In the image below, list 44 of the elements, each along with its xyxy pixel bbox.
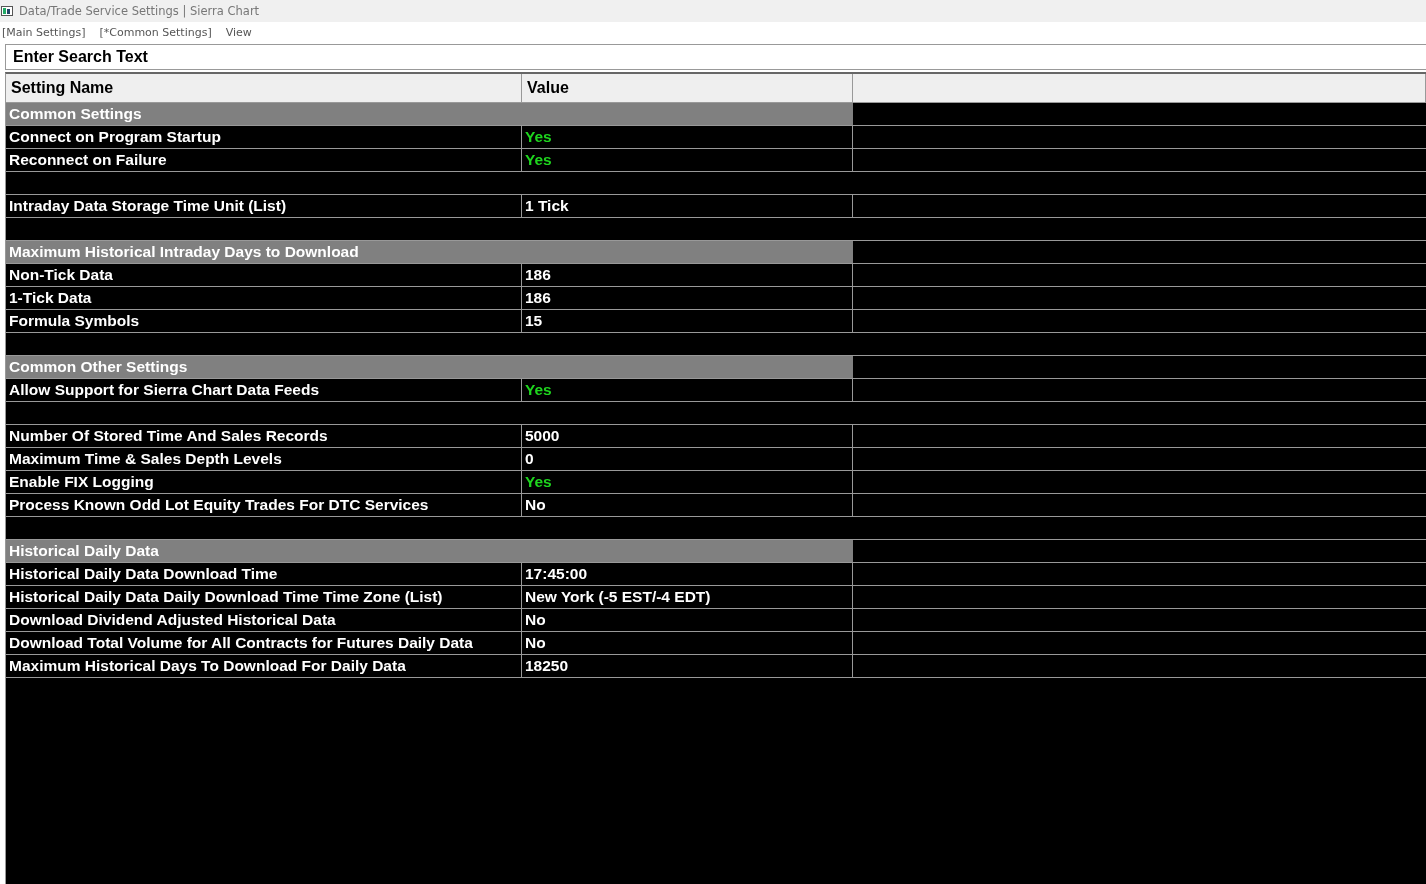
setting-value[interactable]: 0	[522, 448, 853, 471]
window-title: Data/Trade Service Settings | Sierra Chart	[19, 4, 260, 18]
group-header: Maximum Historical Intraday Days to Download	[6, 241, 853, 264]
setting-name: Enable FIX Logging	[6, 471, 522, 494]
setting-name: Allow Support for Sierra Chart Data Feeds	[6, 379, 522, 402]
setting-name: Maximum Historical Days To Download For Daily Data	[6, 655, 522, 678]
setting-name: Non-Tick Data	[6, 264, 522, 287]
group-header: Historical Daily Data	[6, 540, 853, 563]
group-header: Common Settings	[6, 103, 853, 126]
setting-value[interactable]: Yes	[522, 379, 853, 402]
column-header[interactable]: Value	[522, 74, 853, 103]
window-icon	[1, 6, 13, 16]
setting-name: Maximum Time & Sales Depth Levels	[6, 448, 522, 471]
setting-value[interactable]: New York (-5 EST/-4 EDT)	[522, 586, 853, 609]
setting-value[interactable]: 5000	[522, 425, 853, 448]
column-header[interactable]: Setting Name	[6, 74, 522, 103]
menu-item[interactable]: [*Common Settings]	[99, 26, 212, 39]
setting-value[interactable]: No	[522, 494, 853, 517]
setting-value[interactable]: Yes	[522, 126, 853, 149]
setting-name: Historical Daily Data Daily Download Time Time Zone (List)	[6, 586, 522, 609]
group-header: Common Other Settings	[6, 356, 853, 379]
search-field[interactable]: Enter Search Text	[5, 44, 1426, 70]
setting-value[interactable]: 186	[522, 287, 853, 310]
setting-value[interactable]: Yes	[522, 471, 853, 494]
setting-name: Number Of Stored Time And Sales Records	[6, 425, 522, 448]
setting-name: Process Known Odd Lot Equity Trades For DTC Services	[6, 494, 522, 517]
setting-name: Intraday Data Storage Time Unit (List)	[6, 195, 522, 218]
setting-value[interactable]: 186	[522, 264, 853, 287]
setting-name: Connect on Program Startup	[6, 126, 522, 149]
setting-value[interactable]: 1 Tick	[522, 195, 853, 218]
menu-item[interactable]: View	[225, 26, 252, 39]
menu-item[interactable]: [Main Settings]	[2, 26, 86, 39]
setting-name: Reconnect on Failure	[6, 149, 522, 172]
setting-name: Download Total Volume for All Contracts for Futures Daily Data	[6, 632, 522, 655]
setting-value[interactable]: No	[522, 632, 853, 655]
setting-name: Formula Symbols	[6, 310, 522, 333]
setting-name: Download Dividend Adjusted Historical Data	[6, 609, 522, 632]
setting-name: 1-Tick Data	[6, 287, 522, 310]
setting-value[interactable]: 18250	[522, 655, 853, 678]
setting-value[interactable]: 15	[522, 310, 853, 333]
setting-value[interactable]: 17:45:00	[522, 563, 853, 586]
setting-value[interactable]: Yes	[522, 149, 853, 172]
setting-name: Historical Daily Data Download Time	[6, 563, 522, 586]
setting-value[interactable]: No	[522, 609, 853, 632]
